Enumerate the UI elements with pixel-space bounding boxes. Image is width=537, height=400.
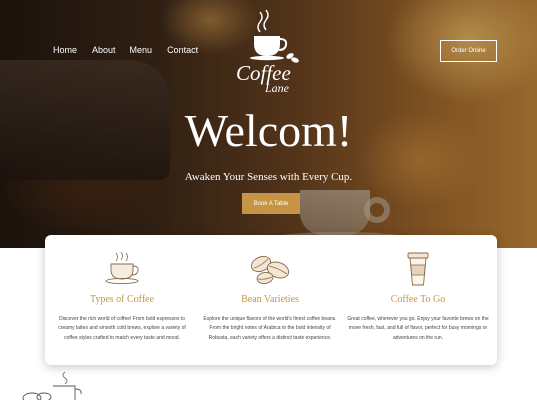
main-nav: Home About Menu Contact [53, 45, 213, 55]
nav-about[interactable]: About [92, 45, 116, 55]
feature-title: Types of Coffee [89, 294, 155, 305]
coffee-lane-logo[interactable]: Coffee Lane [232, 8, 302, 94]
features-card: Types of Coffee Discover the rich world … [45, 235, 497, 365]
feature-text: Explore the unique flavors of the world'… [203, 316, 337, 341]
takeaway-cup-icon [407, 252, 429, 286]
hero-section: Home About Menu Contact Coffee Lane Orde… [0, 0, 537, 248]
logo-text-lane: Lane [264, 81, 290, 94]
logo-icon: Coffee Lane [236, 9, 299, 94]
feature-title: Coffee To Go [390, 294, 446, 305]
coffee-beans-icon [251, 255, 290, 285]
book-table-button[interactable]: Book A Table [242, 193, 300, 214]
nav-menu[interactable]: Menu [130, 45, 153, 55]
feature-title: Bean Varieties [241, 294, 299, 305]
nav-contact[interactable]: Contact [167, 45, 198, 55]
coffee-sketch-icon [22, 371, 82, 400]
feature-text: Great coffee, wherever you go. Enjoy you… [347, 316, 489, 341]
hero-subtitle: Awaken Your Senses with Every Cup. [184, 171, 353, 183]
nav-home[interactable]: Home [53, 45, 77, 55]
order-online-button[interactable]: Order Online [440, 40, 497, 62]
feature-text: Discover the rich world of coffee! From … [58, 316, 186, 341]
coffee-cup-icon [105, 251, 139, 285]
hero-title: Welcom! [184, 105, 353, 156]
